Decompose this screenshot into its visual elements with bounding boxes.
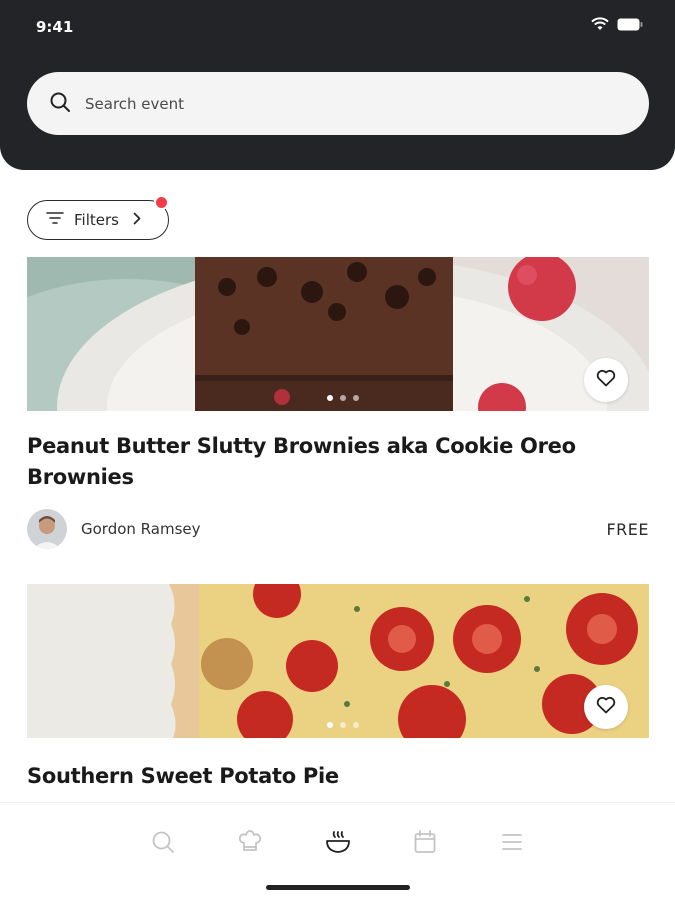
event-image-carousel[interactable] bbox=[27, 257, 649, 411]
pie-photo bbox=[27, 584, 649, 738]
bowl-icon bbox=[325, 830, 351, 858]
home-indicator bbox=[266, 885, 410, 890]
tab-calendar[interactable] bbox=[410, 829, 440, 859]
event-price: FREE bbox=[606, 519, 649, 539]
filter-notification-badge bbox=[154, 195, 169, 210]
avatar[interactable] bbox=[27, 509, 67, 549]
carousel-dot bbox=[340, 395, 346, 401]
search-icon bbox=[49, 91, 71, 117]
carousel-dot bbox=[353, 395, 359, 401]
filters-button[interactable]: Filters bbox=[27, 200, 169, 240]
tab-search[interactable] bbox=[148, 829, 178, 859]
heart-icon bbox=[596, 696, 616, 718]
header: 9:41 bbox=[0, 0, 675, 170]
favorite-button[interactable] bbox=[584, 358, 628, 402]
carousel-dot bbox=[327, 395, 333, 401]
carousel-dot bbox=[340, 722, 346, 728]
filters-wrap: Filters bbox=[27, 195, 169, 240]
search-bar[interactable] bbox=[27, 72, 649, 135]
favorite-button[interactable] bbox=[584, 685, 628, 729]
calendar-icon bbox=[414, 830, 436, 858]
menu-icon bbox=[501, 832, 523, 856]
carousel-dots bbox=[327, 722, 359, 728]
host-name[interactable]: Gordon Ramsey bbox=[81, 520, 201, 538]
status-time: 9:41 bbox=[36, 18, 74, 36]
status-bar: 9:41 bbox=[0, 0, 675, 50]
wifi-icon bbox=[591, 16, 609, 35]
event-title[interactable]: Southern Sweet Potato Pie bbox=[27, 761, 627, 792]
search-icon bbox=[151, 830, 175, 858]
filters-label: Filters bbox=[74, 211, 119, 229]
chef-hat-icon bbox=[237, 830, 263, 858]
carousel-dots bbox=[327, 395, 359, 401]
tab-menu[interactable] bbox=[497, 829, 527, 859]
search-input[interactable] bbox=[85, 94, 605, 113]
filter-icon bbox=[46, 211, 64, 229]
event-title[interactable]: Peanut Butter Slutty Brownies aka Cookie… bbox=[27, 431, 627, 493]
carousel-dot bbox=[327, 722, 333, 728]
tab-events[interactable] bbox=[323, 829, 353, 859]
event-host-row: Gordon Ramsey FREE bbox=[27, 508, 649, 550]
event-image-carousel[interactable] bbox=[27, 584, 649, 738]
heart-icon bbox=[596, 369, 616, 391]
brownie-photo bbox=[27, 257, 649, 411]
status-icons bbox=[591, 16, 643, 35]
battery-icon bbox=[617, 16, 643, 35]
chevron-right-icon bbox=[133, 211, 141, 229]
tab-chefs[interactable] bbox=[235, 829, 265, 859]
carousel-dot bbox=[353, 722, 359, 728]
